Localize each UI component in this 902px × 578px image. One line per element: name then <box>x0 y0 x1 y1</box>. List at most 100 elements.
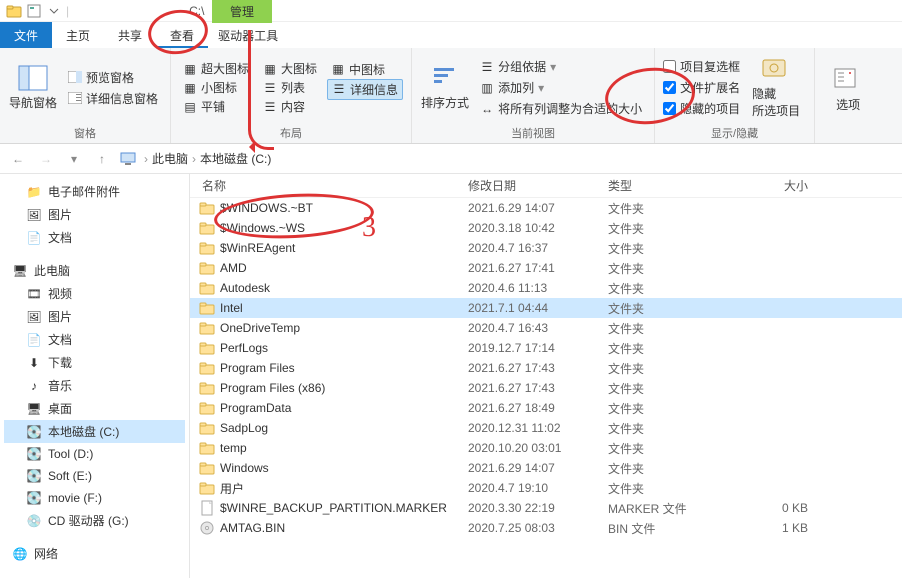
table-row[interactable]: $Windows.~WS2020.3.18 10:42文件夹 <box>190 218 902 238</box>
file-date: 2021.7.1 04:44 <box>468 301 608 315</box>
layout-l-icons[interactable]: ▦大图标 <box>259 59 321 78</box>
tab-home[interactable]: 主页 <box>52 22 104 48</box>
breadcrumb-drive-c[interactable]: 本地磁盘 (C:) <box>200 150 271 167</box>
nav-drive-e[interactable]: 💽Soft (E:) <box>4 465 185 487</box>
sort-button[interactable]: 排序方式 <box>420 52 470 123</box>
preview-pane-button[interactable]: 预览窗格 <box>64 68 162 87</box>
tab-drive-tools[interactable]: 驱动器工具 <box>208 22 288 48</box>
nav-downloads[interactable]: ⬇下载 <box>4 351 185 374</box>
table-row[interactable]: AMD2021.6.27 17:41文件夹 <box>190 258 902 278</box>
nav-pane-button[interactable]: 导航窗格 <box>8 52 58 123</box>
window-title: C:\ <box>189 4 204 18</box>
tab-file[interactable]: 文件 <box>0 22 52 48</box>
nav-forward-button[interactable]: → <box>36 149 56 169</box>
options-button[interactable]: 选项 <box>823 52 873 127</box>
tab-manage-context[interactable]: 管理 <box>212 0 272 23</box>
file-size: 1 KB <box>728 521 808 535</box>
dropdown-icon[interactable] <box>46 3 62 19</box>
nav-drive-d[interactable]: 💽Tool (D:) <box>4 443 185 465</box>
layout-content[interactable]: ☰内容 <box>259 97 321 116</box>
tiles-icon: ▤ <box>183 100 197 114</box>
table-row[interactable]: Autodesk2020.4.6 11:13文件夹 <box>190 278 902 298</box>
hide-selected-button[interactable]: 隐藏所选项目 <box>746 52 806 123</box>
table-row[interactable]: ProgramData2021.6.27 18:49文件夹 <box>190 398 902 418</box>
grid-icon: ▦ <box>183 81 197 95</box>
table-row[interactable]: OneDriveTemp2020.4.7 16:43文件夹 <box>190 318 902 338</box>
nav-this-pc[interactable]: 🖥此电脑 <box>4 259 185 282</box>
nav-drive-g[interactable]: 💿CD 驱动器 (G:) <box>4 509 185 532</box>
table-row[interactable]: Program Files (x86)2021.6.27 17:43文件夹 <box>190 378 902 398</box>
layout-tiles[interactable]: ▤平铺 <box>179 97 253 116</box>
checkbox-hidden-items[interactable] <box>663 102 676 115</box>
check-hidden-items[interactable]: 隐藏的项目 <box>663 99 740 118</box>
table-row[interactable]: 用户2020.4.7 19:10文件夹 <box>190 478 902 498</box>
column-headers: 名称 修改日期 类型 大小 <box>190 174 902 198</box>
nav-drive-c[interactable]: 💽本地磁盘 (C:) <box>4 420 185 443</box>
col-header-type[interactable]: 类型 <box>608 177 728 194</box>
group-by-button[interactable]: ☰分组依据▾ <box>476 57 646 76</box>
nav-videos[interactable]: 🎞视频 <box>4 282 185 305</box>
nav-pictures-2[interactable]: 🖼图片 <box>4 305 185 328</box>
nav-back-button[interactable]: ← <box>8 149 28 169</box>
table-row[interactable]: Program Files2021.6.27 17:43文件夹 <box>190 358 902 378</box>
group-label-panes: 窗格 <box>8 123 162 141</box>
col-header-size[interactable]: 大小 <box>728 177 808 194</box>
col-header-name[interactable]: 名称 <box>198 177 468 194</box>
layout-s-icons[interactable]: ▦小图标 <box>179 78 253 97</box>
tab-share[interactable]: 共享 <box>104 22 156 48</box>
file-size: 0 KB <box>728 501 808 515</box>
col-header-date[interactable]: 修改日期 <box>468 177 608 194</box>
table-row[interactable]: PerfLogs2019.12.7 17:14文件夹 <box>190 338 902 358</box>
table-row[interactable]: $WINRE_BACKUP_PARTITION.MARKER2020.3.30 … <box>190 498 902 518</box>
folder-icon <box>198 320 216 336</box>
nav-documents-2[interactable]: 📄文档 <box>4 328 185 351</box>
documents-icon: 📄 <box>26 332 42 348</box>
size-all-columns-button[interactable]: ↔将所有列调整为合适的大小 <box>476 99 646 118</box>
breadcrumb-this-pc[interactable]: 此电脑 <box>152 150 188 167</box>
network-icon: 🌐 <box>12 546 28 562</box>
table-row[interactable]: $WinREAgent2020.4.7 16:37文件夹 <box>190 238 902 258</box>
table-row[interactable]: Windows2021.6.29 14:07文件夹 <box>190 458 902 478</box>
table-row[interactable]: AMTAG.BIN2020.7.25 08:03BIN 文件1 KB <box>190 518 902 538</box>
ribbon-tabs: 文件 主页 共享 查看 驱动器工具 <box>0 22 902 48</box>
file-type: 文件夹 <box>608 220 728 237</box>
videos-icon: 🎞 <box>26 286 42 302</box>
tab-view[interactable]: 查看 <box>156 22 208 48</box>
autosize-icon: ↔ <box>480 102 494 116</box>
add-columns-button[interactable]: ▥添加列▾ <box>476 78 646 97</box>
table-row[interactable]: temp2020.10.20 03:01文件夹 <box>190 438 902 458</box>
check-item-checkboxes[interactable]: 项目复选框 <box>663 57 740 76</box>
nav-desktop[interactable]: 🖥桌面 <box>4 397 185 420</box>
checkbox-file-ext[interactable] <box>663 81 676 94</box>
layout-details[interactable]: ☰详细信息 <box>327 79 403 100</box>
table-row[interactable]: Intel2021.7.1 04:44文件夹 <box>190 298 902 318</box>
file-type: 文件夹 <box>608 260 728 277</box>
chevron-right-icon[interactable]: › <box>192 152 196 166</box>
options-label: 选项 <box>836 96 860 113</box>
table-row[interactable]: SadpLog2020.12.31 11:02文件夹 <box>190 418 902 438</box>
ribbon-group-show-hide: 项目复选框 文件扩展名 隐藏的项目 隐藏所选项目 显示/隐藏 <box>655 48 815 143</box>
file-date: 2020.4.7 16:43 <box>468 321 608 335</box>
properties-icon[interactable] <box>26 3 42 19</box>
chevron-right-icon[interactable]: › <box>144 152 148 166</box>
details-pane-button[interactable]: 详细信息窗格 <box>64 89 162 108</box>
preview-pane-label: 预览窗格 <box>86 69 134 86</box>
layout-xl-icons[interactable]: ▦超大图标 <box>179 59 253 78</box>
nav-email-attachments[interactable]: 📁电子邮件附件 <box>4 180 185 203</box>
nav-up-button[interactable]: ↑ <box>92 149 112 169</box>
nav-recent-button[interactable]: ▾ <box>64 149 84 169</box>
nav-pictures[interactable]: 🖼图片 <box>4 203 185 226</box>
address-bar: ← → ▾ ↑ › 此电脑 › 本地磁盘 (C:) <box>0 144 902 174</box>
layout-list[interactable]: ☰列表 <box>259 78 321 97</box>
check-file-extensions[interactable]: 文件扩展名 <box>663 78 740 97</box>
checkbox-item-check[interactable] <box>663 60 676 73</box>
folder-icon <box>198 400 216 416</box>
file-date: 2021.6.27 18:49 <box>468 401 608 415</box>
nav-drive-f[interactable]: 💽movie (F:) <box>4 487 185 509</box>
table-row[interactable]: $WINDOWS.~BT2021.6.29 14:07文件夹 <box>190 198 902 218</box>
nav-network[interactable]: 🌐网络 <box>4 542 185 565</box>
nav-music[interactable]: ♪音乐 <box>4 374 185 397</box>
nav-documents[interactable]: 📄文档 <box>4 226 185 249</box>
folder-icon <box>198 380 216 396</box>
layout-m-icons[interactable]: ▦中图标 <box>327 60 403 79</box>
